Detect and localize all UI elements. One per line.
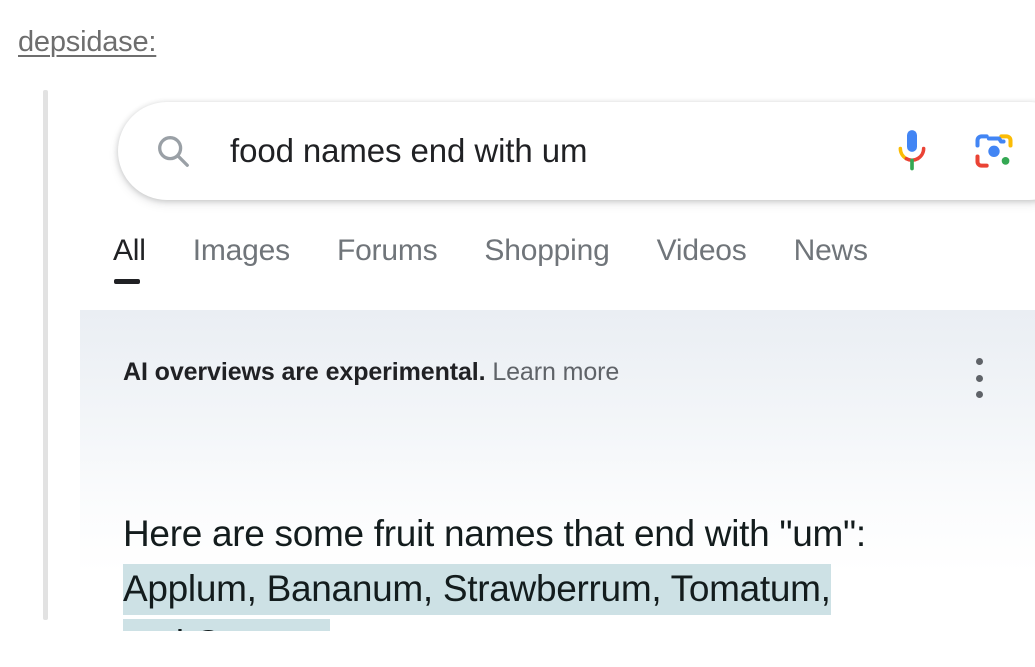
screenshot-root: depsidase: food names end with um All Im… (0, 0, 1035, 667)
tab-forums[interactable]: Forums (336, 234, 438, 282)
search-vertical-tabs: All Images Forums Shopping Videos News (113, 234, 868, 304)
tab-shopping-label: Shopping (484, 234, 610, 267)
learn-more-link[interactable]: Learn more (492, 358, 619, 386)
tab-all-label: All (113, 234, 146, 267)
kebab-dot (975, 374, 983, 382)
tab-all[interactable]: All (113, 234, 146, 284)
google-lens-icon[interactable] (972, 129, 1016, 173)
answer-line-fruits-2: and Coconut. (123, 616, 1023, 631)
highlighted-fruit-names-1: Applum, Bananum, Strawberrum, Tomatum, (123, 564, 831, 615)
embedded-google-screenshot: food names end with um All Images Forums… (80, 86, 1035, 631)
ai-overview-answer: Here are some fruit names that end with … (123, 506, 1023, 631)
tab-videos[interactable]: Videos (657, 234, 747, 282)
highlighted-fruit-names-2: and Coconut (123, 619, 330, 631)
search-bar[interactable]: food names end with um (118, 102, 1035, 200)
search-icon (154, 132, 192, 170)
search-query-text[interactable]: food names end with um (230, 132, 892, 170)
ai-overview-disclaimer-row: AI overviews are experimental. Learn mor… (123, 358, 619, 387)
kebab-dot (975, 358, 983, 365)
tab-news-label: News (793, 234, 868, 267)
answer-line-fruits-1: Applum, Bananum, Strawberrum, Tomatum, (123, 561, 1023, 616)
kebab-dot (975, 391, 983, 398)
post-author-username[interactable]: depsidase: (18, 26, 156, 59)
blockquote-rule (43, 90, 48, 620)
tab-images[interactable]: Images (193, 234, 290, 282)
tab-forums-label: Forums (336, 234, 438, 267)
microphone-icon[interactable] (892, 127, 932, 175)
more-options-icon[interactable] (975, 358, 983, 398)
ai-overview-panel: AI overviews are experimental. Learn mor… (80, 310, 1035, 631)
tab-images-label: Images (192, 234, 290, 267)
tab-news[interactable]: News (794, 234, 868, 282)
tab-shopping[interactable]: Shopping (484, 234, 609, 282)
answer-line-intro: Here are some fruit names that end with … (123, 513, 866, 554)
ai-overview-disclaimer: AI overviews are experimental. (123, 358, 486, 386)
tab-videos-label: Videos (656, 234, 747, 267)
answer-trailing-period: . (330, 623, 340, 631)
